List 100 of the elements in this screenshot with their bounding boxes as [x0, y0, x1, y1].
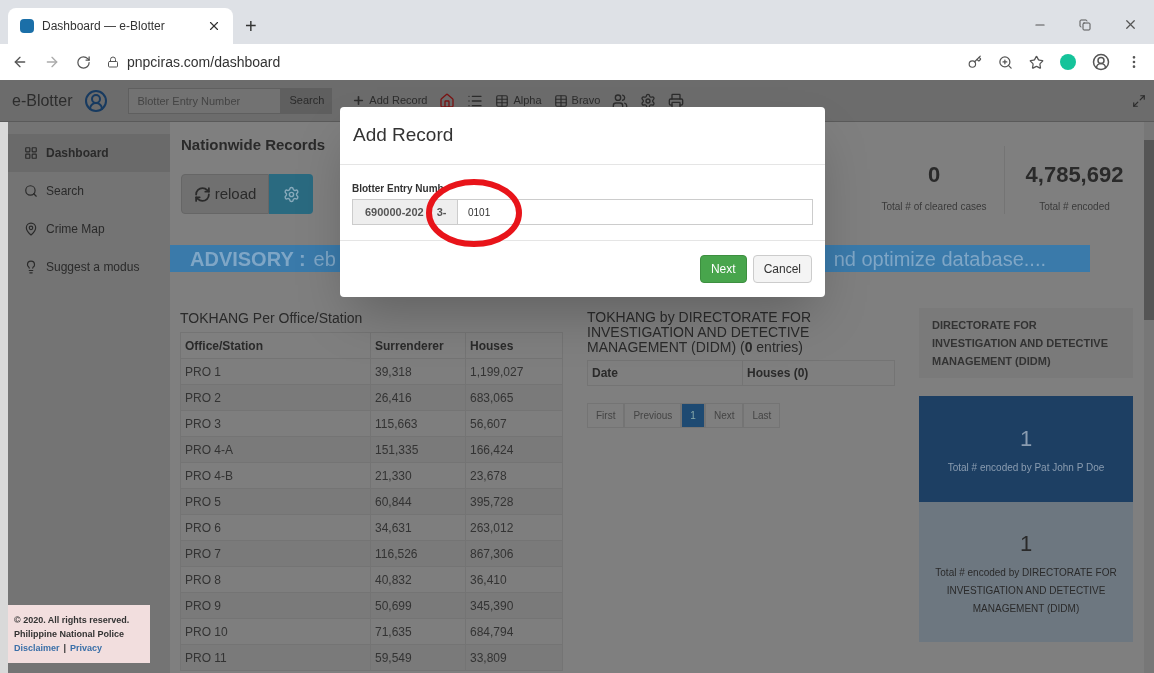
- table-cell: 115,663: [370, 410, 466, 437]
- sidebar-item[interactable]: Crime Map: [8, 210, 170, 248]
- sidebar-item[interactable]: Dashboard: [8, 134, 170, 172]
- advisory-label: ADVISORY :: [190, 246, 306, 272]
- table-cell: PRO 6: [180, 514, 371, 541]
- stat-value: 0: [927, 161, 941, 189]
- privacy-link[interactable]: Privacy: [70, 641, 103, 655]
- site-favicon: [20, 19, 34, 33]
- table-cell: 56,607: [465, 410, 563, 437]
- unit-header: DIRECTORATE FOR INVESTIGATION AND DETECTIVE MANAGEMENT (DIDM): [919, 308, 1133, 378]
- prefix-text: 690000-202: [365, 204, 424, 220]
- back-icon[interactable]: [12, 54, 28, 70]
- link-separator: |: [63, 642, 67, 655]
- settings-icon[interactable]: [640, 92, 657, 109]
- table-cell: PRO 4-A: [180, 436, 371, 463]
- scrollbar-thumb[interactable]: [1144, 140, 1154, 320]
- refresh-icon: [193, 185, 211, 203]
- table-cell: PRO 2: [180, 384, 371, 411]
- pagination-button[interactable]: Next: [704, 403, 744, 428]
- table-cell: 116,526: [370, 540, 466, 567]
- table-cell: 395,728: [465, 488, 563, 515]
- table-cell: PRO 9: [180, 592, 371, 619]
- disclaimer-link[interactable]: Disclaimer: [14, 641, 60, 655]
- home-icon[interactable]: [439, 92, 456, 109]
- fullscreen-icon[interactable]: [1132, 93, 1146, 108]
- table-icon: [553, 93, 568, 108]
- users-icon[interactable]: [612, 92, 629, 109]
- restore-icon[interactable]: [1079, 18, 1091, 31]
- table-cell: 40,832: [370, 566, 466, 593]
- table-cell: 60,844: [370, 488, 466, 515]
- copyright-text: © 2020. All rights reserved.: [14, 614, 131, 627]
- table-title: TOKHANG by DIRECTORATE FOR INVESTIGATION AND DETECTIVE MANAGEMENT (DIDM) (0 entries): [587, 310, 813, 357]
- table-cell: 683,065: [465, 384, 563, 411]
- table-cell: PRO 8: [180, 566, 371, 593]
- organization-text: Philippine National Police: [14, 628, 126, 641]
- table-cell: PRO 10: [180, 618, 371, 645]
- column-header: Date: [588, 361, 743, 385]
- brand-link[interactable]: e-Blotter: [12, 88, 73, 113]
- table-cell: 21,330: [370, 462, 466, 489]
- table-cell: PRO 11: [180, 644, 371, 671]
- table-icon: [495, 93, 510, 108]
- cancel-button[interactable]: Cancel: [752, 255, 812, 283]
- table-cell: 867,306: [465, 540, 563, 567]
- search-icon: [24, 184, 38, 198]
- lock-icon: [107, 56, 119, 68]
- table-cell: 166,424: [465, 436, 563, 463]
- printer-icon[interactable]: [668, 92, 685, 109]
- table-cell: 36,410: [465, 566, 563, 593]
- next-button[interactable]: Next: [699, 255, 747, 283]
- column-header: Office/Station: [180, 332, 371, 359]
- pagination-button[interactable]: Last: [743, 403, 781, 428]
- table-cell: PRO 3: [180, 410, 371, 437]
- table-title: TOKHANG Per Office/Station: [180, 309, 364, 328]
- sidebar-item[interactable]: Search: [8, 172, 170, 210]
- close-icon[interactable]: [1123, 17, 1138, 32]
- stat-value: 1: [1019, 529, 1033, 558]
- sidebar-item[interactable]: Suggest a modus: [8, 248, 170, 286]
- table-cell: PRO 5: [180, 488, 371, 515]
- profile-icon[interactable]: [1092, 53, 1110, 71]
- table-cell: PRO 7: [180, 540, 371, 567]
- table-cell: 263,012: [465, 514, 563, 541]
- prefix-text: 3-: [436, 204, 447, 220]
- plus-icon: [352, 94, 366, 107]
- close-tab-icon[interactable]: [207, 19, 221, 33]
- entry-number-field[interactable]: 0101: [458, 199, 813, 225]
- pagination-button[interactable]: First: [587, 403, 625, 428]
- advisory-text: eb: [313, 246, 336, 272]
- key-icon[interactable]: [968, 55, 982, 69]
- table-cell: 59,549: [370, 644, 466, 671]
- lightbulb-icon: [24, 260, 38, 274]
- column-header: Houses (0): [746, 365, 810, 382]
- settings-button[interactable]: [269, 174, 313, 214]
- zoom-icon[interactable]: [998, 54, 1013, 70]
- table-cell: 345,390: [465, 592, 563, 619]
- reload-icon[interactable]: [76, 54, 91, 70]
- gear-icon: [282, 185, 300, 203]
- table-cell: 151,335: [370, 436, 466, 463]
- table-cell: 1,199,027: [465, 358, 563, 385]
- map-pin-icon: [24, 222, 38, 236]
- section-title: Nationwide Records: [181, 135, 327, 155]
- stat-label: Total # encoded by Pat John P Doe: [947, 460, 1105, 475]
- stat-value: 4,785,692: [1025, 161, 1124, 189]
- address-bar[interactable]: pnpciras.com/dashboard: [127, 51, 281, 73]
- browser-tab[interactable]: Dashboard — e-Blotter: [8, 8, 233, 44]
- modal-title: Add Record: [353, 123, 454, 148]
- grid-icon: [24, 146, 38, 160]
- bookmark-star-icon[interactable]: [1029, 54, 1044, 70]
- alpha-link[interactable]: Alpha: [495, 92, 542, 109]
- table-cell: 26,416: [370, 384, 466, 411]
- pagination-button[interactable]: 1: [681, 403, 705, 428]
- pagination-button[interactable]: Previous: [624, 403, 682, 428]
- table-cell: 23,678: [465, 462, 563, 489]
- stat-label: Total # encoded: [1039, 200, 1110, 214]
- stat-label: Total # encoded by DIRECTORATE FOR INVESTIGATION AND DETECTIVE MANAGEMENT (DIDM): [934, 565, 1118, 616]
- table-cell: 71,635: [370, 618, 466, 645]
- column-header: Houses: [465, 332, 563, 359]
- stat-label: Total # of cleared cases: [881, 200, 987, 214]
- bravo-link[interactable]: Bravo: [553, 92, 601, 109]
- reload-button[interactable]: reload: [181, 174, 269, 214]
- new-tab-button[interactable]: +: [245, 16, 257, 36]
